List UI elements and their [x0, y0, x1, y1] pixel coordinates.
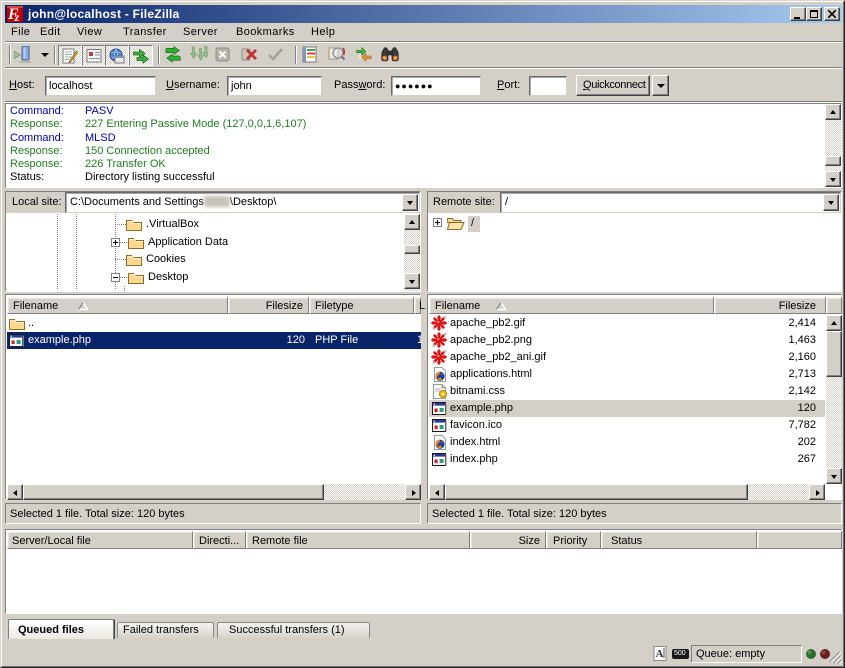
svg-text:z: z: [14, 10, 20, 22]
svg-text:A: A: [656, 648, 664, 660]
